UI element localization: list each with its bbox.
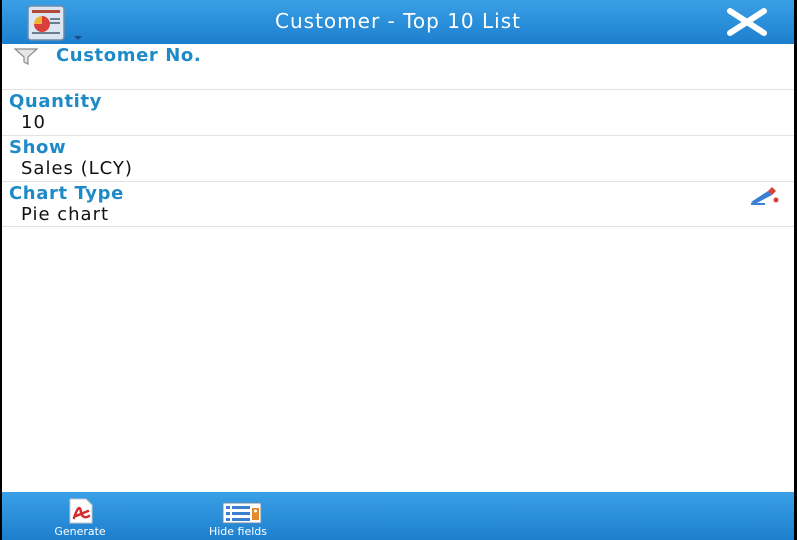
generate-label: Generate [54,525,106,538]
edit-pencil-icon[interactable] [748,185,782,205]
filter-funnel-icon [13,48,39,66]
show-value[interactable]: Sales (LCY) [21,158,133,179]
hide-fields-button[interactable]: Hide fields [188,492,288,540]
field-show[interactable]: Show Sales (LCY) [2,136,794,182]
generate-button[interactable]: Generate [32,492,128,540]
chart-type-label: Chart Type [9,183,124,204]
field-quantity[interactable]: Quantity 10 [2,90,794,136]
show-label: Show [9,137,67,158]
filter-customer-no[interactable]: Customer No. [2,44,794,90]
hide-fields-label: Hide fields [208,525,268,538]
bottom-toolbar: Generate Hide fields [2,492,794,540]
pdf-document-icon [64,498,96,528]
quantity-label: Quantity [9,91,102,112]
title-bar: Customer - Top 10 List [2,0,794,44]
customer-no-label: Customer No. [56,45,202,66]
app-window: Customer - Top 10 List Customer No. Quan… [0,0,797,540]
field-chart-type[interactable]: Chart Type Pie chart [2,182,794,227]
close-icon[interactable] [724,8,770,36]
quantity-value[interactable]: 10 [21,112,46,133]
chart-type-value[interactable]: Pie chart [21,204,109,225]
page-title: Customer - Top 10 List [275,9,521,33]
